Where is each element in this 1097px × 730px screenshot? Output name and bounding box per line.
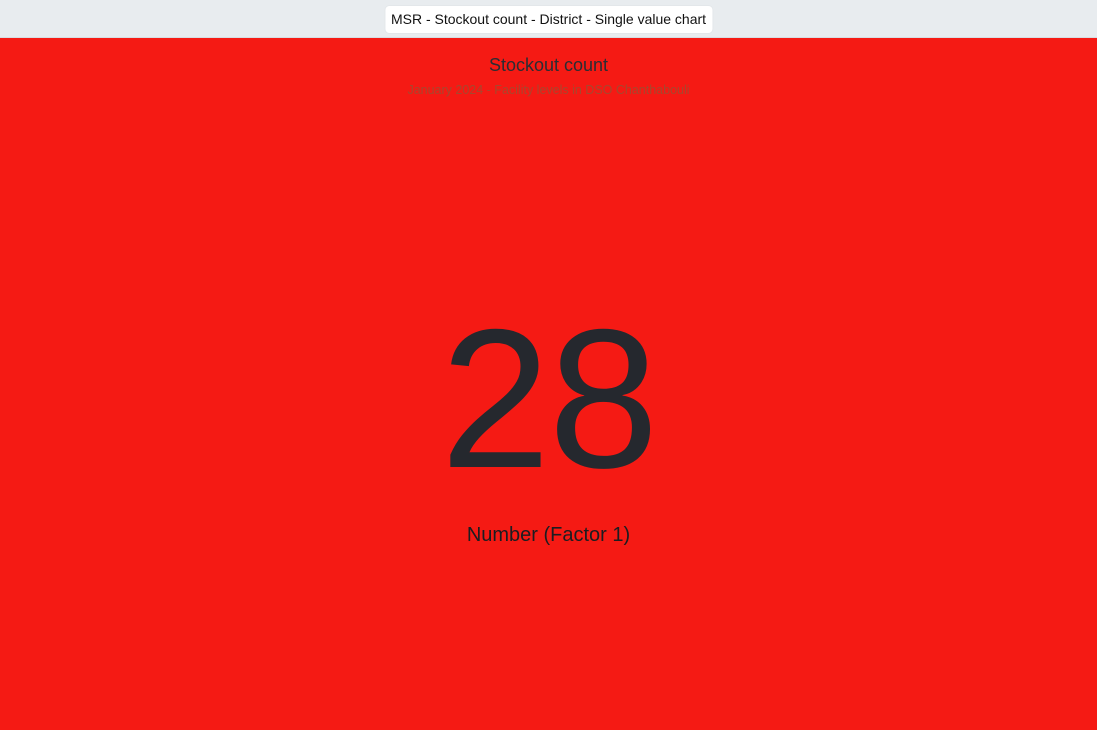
value-label: Number (Factor 1) — [466, 524, 631, 546]
chart-subtitle: January 2024 - Facility levels in DSO Ch… — [407, 83, 690, 97]
chart-title: Stockout count — [488, 55, 609, 75]
dashboard-item-header: MSR - Stockout count - District - Single… — [0, 0, 1097, 38]
single-value-chart: Stockout count January 2024 - Facility l… — [0, 38, 1097, 730]
single-value: 28 — [440, 288, 658, 509]
dashboard-item-title[interactable]: MSR - Stockout count - District - Single… — [384, 6, 713, 33]
